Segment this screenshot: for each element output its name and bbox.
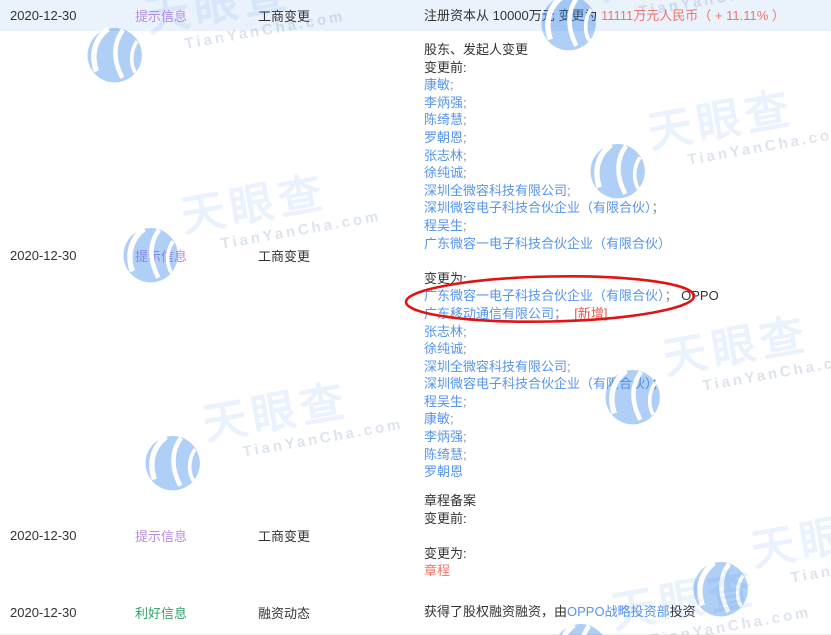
entity-link[interactable]: 广东微容一电子科技合伙企业（有限合伙） — [424, 288, 665, 303]
detail-text: ; — [463, 217, 467, 233]
detail-text: OPPO — [681, 288, 719, 304]
change-record-row: 2020-12-30 利好信息 融资动态 获得了股权融资融资，由OPPO战略投资… — [0, 590, 831, 635]
change-record-row: 2020-12-30 提示信息 工商变更 注册资本从 10000万元 变更为 1… — [0, 0, 831, 31]
tianyancha-change-records: 天眼查TianYanCha.com天眼查TianYanCha.com天眼查Tia… — [0, 0, 831, 635]
entity-link[interactable]: 康敏 — [424, 77, 450, 92]
detail-text: 变更前: — [424, 510, 467, 526]
detail-text: ; — [463, 112, 467, 128]
detail-text: 变更为: — [424, 270, 467, 286]
detail-text: ; — [463, 429, 467, 445]
detail-text: [新增] — [574, 305, 608, 321]
detail-text: ； — [651, 376, 665, 392]
detail-text: 11111万元人民币（ + 11.11% ） — [601, 7, 785, 23]
entity-link[interactable]: 陈绮慧 — [424, 447, 463, 462]
record-date: 2020-12-30 — [10, 527, 77, 543]
detail-text: 获得了股权融资融资，由 — [424, 604, 568, 620]
detail-text: 变更前: — [424, 59, 467, 75]
change-type: 工商变更 — [258, 9, 311, 24]
detail-text: ; — [450, 411, 454, 427]
entity-link[interactable]: 程吴生 — [424, 394, 463, 409]
record-detail: 获得了股权融资融资，由OPPO战略投资部投资 — [414, 603, 831, 621]
entity-link[interactable]: 深圳微容电子科技合伙企业（有限合伙） — [424, 376, 652, 391]
detail-text: ; — [450, 77, 454, 93]
entity-link[interactable]: 罗朝恩 — [424, 130, 463, 145]
entity-link[interactable]: 程吴生 — [424, 218, 463, 233]
detail-text: ; — [463, 393, 467, 409]
detail-text: ; — [567, 182, 571, 198]
entity-link[interactable]: 康敏 — [424, 411, 450, 426]
record-date: 2020-12-30 — [10, 8, 77, 23]
records-list: 2020-12-30 提示信息 工商变更 注册资本从 10000万元 变更为 1… — [0, 0, 831, 635]
entity-link[interactable]: 广东移动通信有限公司 — [424, 306, 554, 321]
record-date: 2020-12-30 — [10, 604, 77, 620]
detail-text: ； — [651, 200, 665, 216]
info-type-badge: 提示信息 — [135, 528, 188, 544]
entity-link[interactable]: 徐纯诚 — [424, 165, 463, 180]
entity-link[interactable]: 深圳微容电子科技合伙企业（有限合伙） — [424, 200, 652, 215]
record-detail: 注册资本从 10000万元 变更为 11111万元人民币（ + 11.11% ） — [414, 7, 831, 25]
entity-link[interactable]: 李炳强 — [424, 429, 463, 444]
record-date: 2020-12-30 — [10, 248, 77, 264]
detail-text: 股东、发起人变更 — [424, 42, 529, 57]
info-type-badge: 提示信息 — [135, 249, 188, 265]
info-type-badge: 提示信息 — [135, 9, 188, 24]
detail-text: ; — [463, 446, 467, 462]
detail-text: ; — [463, 94, 467, 110]
entity-link[interactable]: 广东微容一电子科技合伙企业（有限合伙） — [424, 236, 671, 251]
change-record-row: 2020-12-30 提示信息 工商变更 股东、发起人变更 变更前: 康敏; 李炳强;… — [0, 31, 831, 480]
entity-link[interactable]: 李炳强 — [424, 95, 463, 110]
record-detail: 章程备案变更前: 变更为: 章程 — [414, 480, 831, 590]
detail-text: ; — [463, 129, 467, 145]
detail-text: 变更为: — [424, 545, 467, 561]
entity-link[interactable]: 深圳全微容科技有限公司 — [424, 359, 567, 374]
detail-text: ； — [554, 305, 575, 321]
detail-text: 投资 — [669, 604, 696, 620]
change-type: 工商变更 — [258, 528, 311, 544]
detail-text: 注册资本从 10000万元 变更为 — [424, 7, 601, 23]
record-detail: 股东、发起人变更 变更前: 康敏; 李炳强; 陈绮慧; 罗朝恩; 张志林; 徐纯诚; 深圳全微容… — [414, 31, 831, 481]
entity-link[interactable]: 陈绮慧 — [424, 112, 463, 127]
detail-text: ; — [463, 165, 467, 181]
entity-link[interactable]: OPPO战略投资部 — [567, 604, 670, 619]
detail-text: ; — [463, 147, 467, 163]
detail-text: 章程备案 — [424, 493, 477, 508]
entity-link[interactable]: 深圳全微容科技有限公司 — [424, 183, 567, 198]
change-type: 工商变更 — [258, 249, 311, 265]
detail-text: ； — [664, 288, 682, 304]
detail-text: ; — [463, 323, 467, 339]
info-type-badge: 利好信息 — [135, 605, 188, 621]
entity-link[interactable]: 张志林 — [424, 324, 463, 339]
detail-text: ; — [463, 341, 467, 357]
entity-link[interactable]: 徐纯诚 — [424, 341, 463, 356]
entity-link[interactable]: 张志林 — [424, 148, 463, 163]
change-record-row: 2020-12-30 提示信息 工商变更 章程备案变更前: 变更为: 章程 — [0, 480, 831, 590]
detail-text: 章程 — [424, 563, 451, 579]
detail-text: ; — [567, 358, 571, 374]
change-type: 融资动态 — [258, 605, 311, 621]
entity-link[interactable]: 罗朝恩 — [424, 464, 463, 479]
